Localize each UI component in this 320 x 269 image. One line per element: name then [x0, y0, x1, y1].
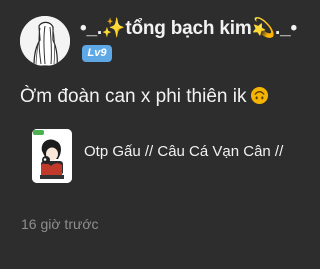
shared-card-title: Otp Gấu // Câu Cá Vạn Cân //: [84, 143, 284, 160]
level-badge: Lv9: [82, 45, 112, 62]
thumbnail-tag-icon: [33, 130, 44, 135]
post-timestamp: 16 giờ trước: [21, 216, 99, 232]
shared-card[interactable]: Otp Gấu // Câu Cá Vạn Cân //: [32, 129, 294, 187]
avatar-image: [20, 16, 70, 66]
shared-card-thumbnail: [32, 129, 72, 183]
post-text-content: Ờm đoàn can x phi thiên ik: [20, 86, 247, 107]
username[interactable]: •_.✨tổng bạch kim💫._•: [80, 16, 297, 42]
avatar[interactable]: [20, 16, 70, 66]
post-text: Ờm đoàn can x phi thiên ik: [20, 84, 269, 110]
upside-down-face-emoji-icon: [250, 86, 269, 105]
